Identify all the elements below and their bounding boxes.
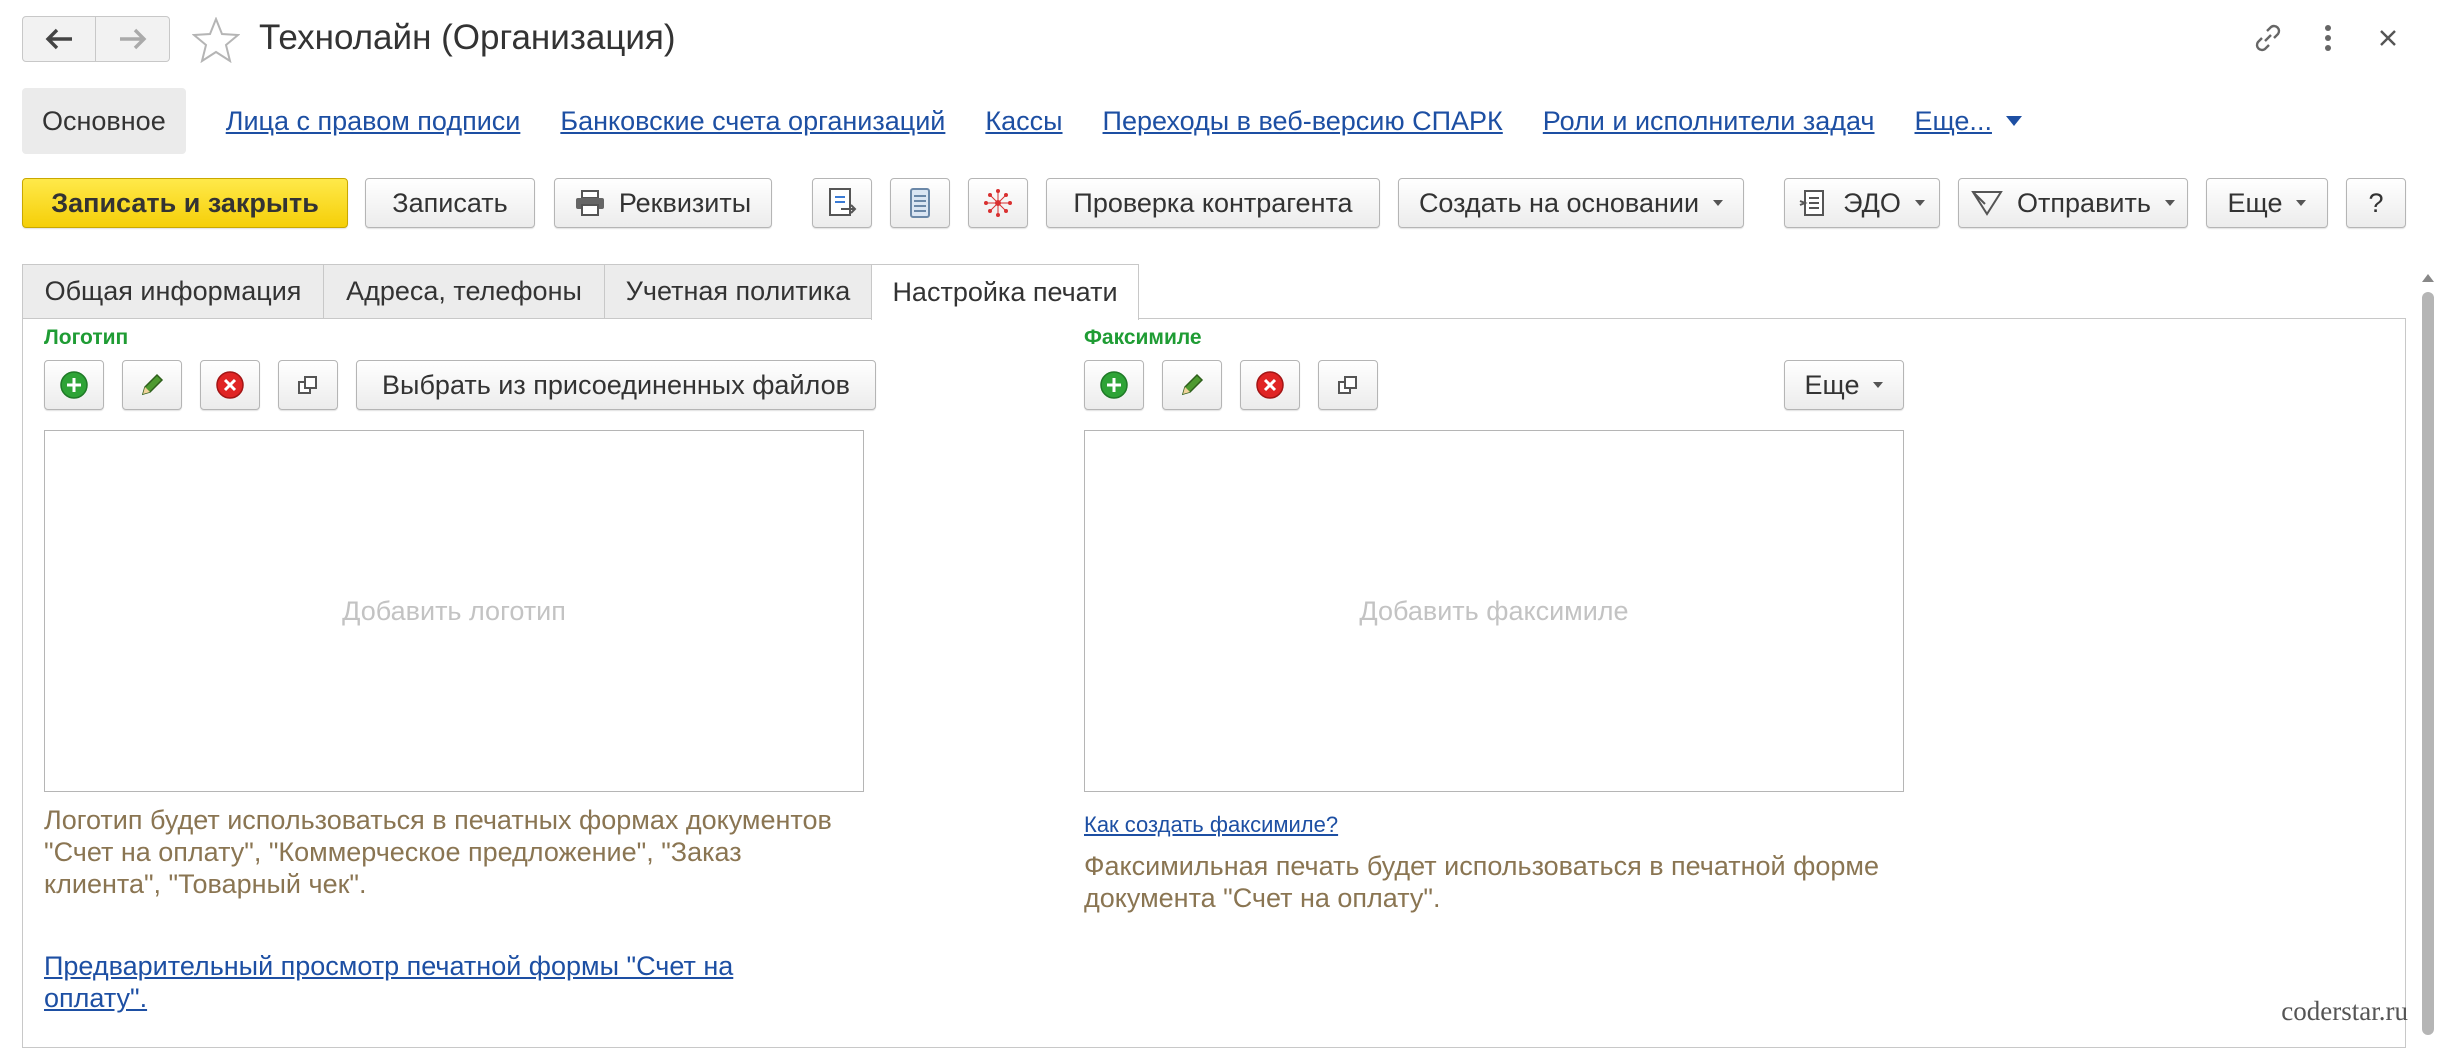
scroll-up-icon[interactable] — [2422, 274, 2434, 282]
open-window-icon — [298, 376, 317, 394]
register-button[interactable] — [890, 178, 950, 228]
logo-open-button[interactable] — [278, 360, 338, 410]
delete-icon — [1256, 371, 1284, 399]
document-transfer-icon — [829, 188, 857, 216]
section-link-spark[interactable]: Переходы в веб-версию СПАРК — [1103, 106, 1503, 137]
how-to-create-facsimile-link[interactable]: Как создать факсимиле? — [1084, 812, 1338, 838]
chevron-down-icon — [1914, 200, 1925, 206]
print-preview-link-line: оплату". — [44, 983, 148, 1013]
choose-from-files-button[interactable]: Выбрать из присоединенных файлов — [356, 360, 876, 410]
paper-plane-icon — [1971, 191, 2003, 216]
save-button[interactable]: Записать — [365, 178, 535, 228]
chevron-down-icon — [1713, 200, 1724, 206]
tab-addresses-phones[interactable]: Адреса, телефоны — [323, 264, 605, 318]
facsimile-more-label: Еще — [1804, 369, 1860, 400]
logo-placeholder: Добавить логотип — [342, 595, 566, 626]
facsimile-hint-line: Факсимильная печать будет использоваться… — [1084, 851, 1879, 881]
print-preview-link-line: Предварительный просмотр печатной формы … — [44, 951, 734, 981]
forward-button[interactable] — [96, 16, 170, 62]
logo-hint-line: клиента", "Товарный чек". — [44, 869, 367, 899]
requisites-label: Реквизиты — [618, 187, 752, 218]
scrollbar-thumb[interactable] — [2422, 292, 2434, 1035]
pencil-icon — [1181, 373, 1204, 396]
section-main[interactable]: Основное — [22, 88, 186, 154]
logo-delete-button[interactable] — [200, 360, 260, 410]
facsimile-more-button[interactable]: Еще — [1784, 360, 1904, 410]
printer-icon — [575, 190, 604, 216]
logo-edit-button[interactable] — [122, 360, 182, 410]
facsimile-add-button[interactable] — [1084, 360, 1144, 410]
section-link-roles[interactable]: Роли и исполнители задач — [1543, 106, 1875, 137]
section-link-more-label: Еще... — [1914, 105, 1992, 136]
edo-icon — [1799, 190, 1825, 216]
window-title: Технолайн (Организация) — [259, 18, 676, 57]
pencil-icon — [141, 373, 164, 396]
facsimile-image-area[interactable]: Добавить факсимиле — [1084, 430, 1904, 792]
arrow-right-icon — [119, 28, 146, 50]
report-list-button[interactable] — [812, 178, 872, 228]
chevron-down-icon — [2005, 116, 2022, 126]
more-label: Еще — [2227, 187, 2283, 218]
logo-hint-line: Логотип будет использоваться в печатных … — [44, 805, 832, 835]
chevron-down-icon — [2296, 200, 2307, 206]
logo-group-title: Логотип — [44, 326, 129, 349]
link-icon[interactable] — [2248, 18, 2288, 58]
tab-accounting-policy[interactable]: Учетная политика — [604, 264, 872, 318]
send-button[interactable]: Отправить — [1958, 178, 2188, 228]
edo-label: ЭДО — [1843, 187, 1901, 218]
structure-button[interactable] — [968, 178, 1028, 228]
save-and-close-button[interactable]: Записать и закрыть — [22, 178, 348, 228]
facsimile-placeholder: Добавить факсимиле — [1359, 595, 1629, 626]
logo-image-area[interactable]: Добавить логотип — [44, 430, 864, 792]
watermark: coderstar.ru — [2281, 996, 2408, 1026]
tab-print-settings[interactable]: Настройка печати — [871, 264, 1139, 320]
print-preview-link[interactable]: Предварительный просмотр печатной формы … — [44, 950, 733, 1014]
requisites-button[interactable]: Реквизиты — [554, 178, 772, 228]
section-nav: Основное Лица с правом подписи Банковски… — [22, 88, 2022, 154]
more-button[interactable]: Еще — [2206, 178, 2328, 228]
send-label: Отправить — [2017, 187, 2151, 218]
add-icon — [60, 371, 88, 399]
facsimile-hint-line: документа "Счет на оплату". — [1084, 883, 1441, 913]
logo-hint-line: "Счет на оплату", "Коммерческое предложе… — [44, 837, 742, 867]
facsimile-group-title: Факсимиле — [1084, 326, 1202, 349]
facsimile-edit-button[interactable] — [1162, 360, 1222, 410]
add-icon — [1100, 371, 1128, 399]
check-counterparty-button[interactable]: Проверка контрагента — [1046, 178, 1380, 228]
delete-icon — [216, 371, 244, 399]
favorite-star-icon[interactable] — [191, 16, 241, 68]
back-button[interactable] — [22, 16, 96, 62]
chevron-down-icon — [2164, 200, 2175, 206]
section-link-bank-accounts[interactable]: Банковские счета организаций — [560, 106, 945, 137]
logo-add-button[interactable] — [44, 360, 104, 410]
create-based-on-label: Создать на основании — [1418, 187, 1700, 218]
list-icon — [910, 188, 930, 218]
open-window-icon — [1338, 376, 1357, 394]
arrow-left-icon — [45, 28, 72, 50]
close-icon[interactable] — [2368, 18, 2408, 58]
facsimile-hint: Факсимильная печать будет использоваться… — [1084, 850, 1879, 914]
facsimile-delete-button[interactable] — [1240, 360, 1300, 410]
tab-general-info[interactable]: Общая информация — [22, 264, 324, 318]
more-vertical-icon[interactable] — [2308, 18, 2348, 58]
facsimile-open-button[interactable] — [1318, 360, 1378, 410]
section-link-more[interactable]: Еще... — [1915, 106, 2022, 137]
help-button[interactable]: ? — [2346, 178, 2406, 228]
structure-icon — [984, 189, 1012, 217]
edo-button[interactable]: ЭДО — [1784, 178, 1940, 228]
section-link-cash-desks[interactable]: Кассы — [985, 106, 1062, 137]
chevron-down-icon — [1873, 382, 1884, 388]
create-based-on-button[interactable]: Создать на основании — [1398, 178, 1744, 228]
logo-hint: Логотип будет использоваться в печатных … — [44, 804, 832, 900]
section-link-signers[interactable]: Лица с правом подписи — [226, 106, 521, 137]
